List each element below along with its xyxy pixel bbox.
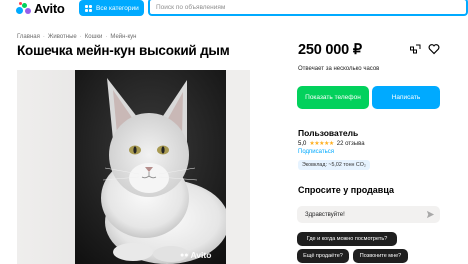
show-phone-button[interactable]: Показать телефон xyxy=(297,86,369,109)
quick-question-chip[interactable]: Где и когда можно посмотреть? xyxy=(297,232,397,246)
breadcrumb-separator: · xyxy=(42,34,45,40)
listing-title: Кошечка мейн-кун высокий дым xyxy=(17,43,230,58)
breadcrumb-separator: · xyxy=(79,34,82,40)
search-input[interactable]: Поиск по объявлениям xyxy=(148,0,468,16)
write-message-button[interactable]: Написать xyxy=(372,86,440,109)
grid-icon xyxy=(85,4,92,12)
gallery-left-area xyxy=(17,70,75,264)
avito-logo[interactable]: Avito xyxy=(16,0,65,16)
cat-photo[interactable] xyxy=(75,70,226,264)
message-input[interactable]: Здравствуйте! xyxy=(297,206,440,223)
all-categories-label: Все категории xyxy=(96,4,139,12)
seller-rating: 5,0 ★★★★★ 22 отзыва xyxy=(298,140,365,148)
all-categories-button[interactable]: Все категории xyxy=(79,0,144,16)
search-placeholder: Поиск по объявлениям xyxy=(156,3,226,11)
photo-gallery[interactable]: ●● Avito xyxy=(17,70,250,264)
quick-question-chip[interactable]: Ещё продаёте? xyxy=(297,249,349,263)
breadcrumb-item-animals[interactable]: Животные xyxy=(48,34,77,40)
rating-value: 5,0 xyxy=(298,140,307,147)
breadcrumb-item-cats[interactable]: Кошки xyxy=(85,34,103,40)
reviews-count[interactable]: 22 отзыва xyxy=(337,141,365,147)
avito-logo-text: Avito xyxy=(34,0,65,16)
breadcrumb-separator: · xyxy=(105,34,108,40)
quick-question-chip[interactable]: Позвоните мне? xyxy=(353,249,408,263)
breadcrumb-item-maine-coon[interactable]: Мейн-кун xyxy=(110,34,136,40)
seller-name[interactable]: Пользователь xyxy=(298,128,358,138)
gallery-right-area xyxy=(226,70,250,264)
eco-badge: Эковклад: ~5,02 тонн CO₂ xyxy=(298,160,370,170)
watermark-text: Avito xyxy=(190,250,212,260)
compare-icon[interactable] xyxy=(409,43,421,55)
top-header: Avito Все категории Поиск по объявлениям xyxy=(0,0,468,22)
avito-logo-icon xyxy=(16,2,32,14)
breadcrumb-item-main[interactable]: Главная xyxy=(17,34,40,40)
send-icon[interactable] xyxy=(426,210,435,219)
rating-stars-icon: ★★★★★ xyxy=(309,141,334,147)
breadcrumb: Главная · Животные · Кошки · Мейн-кун xyxy=(17,34,136,40)
photo-watermark: ●● Avito xyxy=(180,250,211,260)
watermark-dots-icon: ●● xyxy=(180,251,189,259)
ask-seller-title: Спросите у продавца xyxy=(298,185,394,195)
message-input-value: Здравствуйте! xyxy=(305,211,345,218)
subscribe-link[interactable]: Подписаться xyxy=(298,149,334,155)
favorite-heart-icon[interactable] xyxy=(428,43,440,55)
listing-price: 250 000 ₽ xyxy=(298,42,362,58)
reply-time: Отвечает за несколько часов xyxy=(298,66,380,72)
